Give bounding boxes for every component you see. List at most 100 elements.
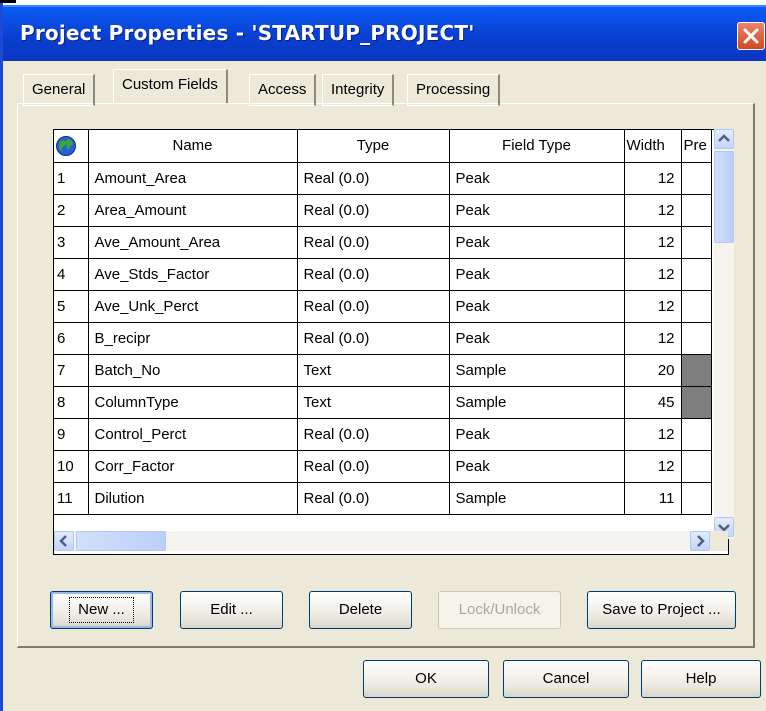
type-cell[interactable]: Real (0.0) xyxy=(297,162,450,195)
table-row[interactable]: 11 Dilution Real (0.0) Sample 11 xyxy=(54,482,712,515)
width-cell[interactable]: 20 xyxy=(624,354,682,387)
width-cell[interactable]: 12 xyxy=(624,258,682,291)
pre-cell[interactable] xyxy=(681,290,712,323)
vertical-scroll-thumb[interactable] xyxy=(714,151,734,243)
width-cell[interactable]: 12 xyxy=(624,194,682,227)
type-cell[interactable]: Text xyxy=(297,386,450,419)
tab-custom-fields[interactable]: Custom Fields xyxy=(113,69,228,103)
field-type-cell[interactable]: Peak xyxy=(449,450,625,483)
column-header-field-type[interactable]: Field Type xyxy=(449,130,625,163)
column-header-pre[interactable]: Pre xyxy=(681,130,712,163)
field-type-cell[interactable]: Peak xyxy=(449,258,625,291)
tab-access[interactable]: Access xyxy=(249,74,317,106)
tab-integrity[interactable]: Integrity xyxy=(322,74,395,106)
scroll-up-button[interactable] xyxy=(714,129,734,149)
name-cell[interactable]: Corr_Factor xyxy=(88,450,298,483)
name-cell[interactable]: Amount_Area xyxy=(88,162,298,195)
horizontal-scroll-thumb[interactable] xyxy=(76,531,166,551)
type-cell[interactable]: Real (0.0) xyxy=(297,290,450,323)
table-row[interactable]: 7 Batch_No Text Sample 20 xyxy=(54,354,712,387)
pre-cell[interactable] xyxy=(681,354,712,387)
pre-cell[interactable] xyxy=(681,482,712,515)
horizontal-scrollbar[interactable] xyxy=(54,531,710,551)
width-cell[interactable]: 12 xyxy=(624,162,682,195)
pre-cell[interactable] xyxy=(681,226,712,259)
column-header-type[interactable]: Type xyxy=(297,130,450,163)
scroll-left-button[interactable] xyxy=(54,531,74,551)
field-type-cell[interactable]: Peak xyxy=(449,162,625,195)
title-bar[interactable]: Project Properties - 'STARTUP_PROJECT' xyxy=(3,5,766,61)
pre-cell[interactable] xyxy=(681,162,712,195)
ok-button[interactable]: OK xyxy=(363,660,489,698)
scroll-right-button[interactable] xyxy=(690,531,710,551)
column-header-name[interactable]: Name xyxy=(88,130,298,163)
field-type-cell[interactable]: Peak xyxy=(449,418,625,451)
column-header-width[interactable]: Width xyxy=(624,130,682,163)
row-number-cell[interactable]: 6 xyxy=(54,322,89,355)
name-cell[interactable]: Batch_No xyxy=(88,354,298,387)
width-cell[interactable]: 12 xyxy=(624,418,682,451)
row-number-cell[interactable]: 8 xyxy=(54,386,89,419)
row-number-cell[interactable]: 7 xyxy=(54,354,89,387)
row-number-cell[interactable]: 2 xyxy=(54,194,89,227)
width-cell[interactable]: 12 xyxy=(624,226,682,259)
table-row[interactable]: 10 Corr_Factor Real (0.0) Peak 12 xyxy=(54,450,712,483)
table-row[interactable]: 5 Ave_Unk_Perct Real (0.0) Peak 12 xyxy=(54,290,712,323)
edit-button[interactable]: Edit ... xyxy=(180,591,283,629)
row-number-cell[interactable]: 1 xyxy=(54,162,89,195)
name-cell[interactable]: Area_Amount xyxy=(88,194,298,227)
name-cell[interactable]: Ave_Unk_Perct xyxy=(88,290,298,323)
name-cell[interactable]: Ave_Stds_Factor xyxy=(88,258,298,291)
row-number-cell[interactable]: 4 xyxy=(54,258,89,291)
name-cell[interactable]: Control_Perct xyxy=(88,418,298,451)
type-cell[interactable]: Real (0.0) xyxy=(297,194,450,227)
table-row[interactable]: 6 B_recipr Real (0.0) Peak 12 xyxy=(54,322,712,355)
width-cell[interactable]: 11 xyxy=(624,482,682,515)
type-cell[interactable]: Real (0.0) xyxy=(297,418,450,451)
field-type-cell[interactable]: Peak xyxy=(449,194,625,227)
field-type-cell[interactable]: Peak xyxy=(449,322,625,355)
table-row[interactable]: 2 Area_Amount Real (0.0) Peak 12 xyxy=(54,194,712,227)
close-button[interactable] xyxy=(737,22,765,50)
field-type-cell[interactable]: Sample xyxy=(449,386,625,419)
table-row[interactable]: 9 Control_Perct Real (0.0) Peak 12 xyxy=(54,418,712,451)
save-to-project-button[interactable]: Save to Project ... xyxy=(587,591,736,629)
width-cell[interactable]: 12 xyxy=(624,322,682,355)
row-number-cell[interactable]: 11 xyxy=(54,482,89,515)
tab-general[interactable]: General xyxy=(23,74,96,106)
pre-cell[interactable] xyxy=(681,194,712,227)
pre-cell[interactable] xyxy=(681,386,712,419)
pre-cell[interactable] xyxy=(681,450,712,483)
width-cell[interactable]: 12 xyxy=(624,450,682,483)
row-number-cell[interactable]: 3 xyxy=(54,226,89,259)
help-button[interactable]: Help xyxy=(641,660,761,698)
table-row[interactable]: 4 Ave_Stds_Factor Real (0.0) Peak 12 xyxy=(54,258,712,291)
type-cell[interactable]: Real (0.0) xyxy=(297,226,450,259)
type-cell[interactable]: Text xyxy=(297,354,450,387)
name-cell[interactable]: Dilution xyxy=(88,482,298,515)
pre-cell[interactable] xyxy=(681,418,712,451)
row-number-cell[interactable]: 10 xyxy=(54,450,89,483)
custom-fields-grid[interactable]: Name Type Field Type Width Pre 1 Amount_A… xyxy=(53,129,729,555)
tab-processing[interactable]: Processing xyxy=(407,74,501,106)
type-cell[interactable]: Real (0.0) xyxy=(297,258,450,291)
field-type-cell[interactable]: Sample xyxy=(449,354,625,387)
delete-button[interactable]: Delete xyxy=(309,591,412,629)
table-row[interactable]: 1 Amount_Area Real (0.0) Peak 12 xyxy=(54,162,712,195)
pre-cell[interactable] xyxy=(681,258,712,291)
width-cell[interactable]: 12 xyxy=(624,290,682,323)
name-cell[interactable]: Ave_Amount_Area xyxy=(88,226,298,259)
field-type-cell[interactable]: Sample xyxy=(449,482,625,515)
type-cell[interactable]: Real (0.0) xyxy=(297,322,450,355)
name-cell[interactable]: ColumnType xyxy=(88,386,298,419)
field-type-cell[interactable]: Peak xyxy=(449,226,625,259)
cancel-button[interactable]: Cancel xyxy=(503,660,629,698)
pre-cell[interactable] xyxy=(681,322,712,355)
row-number-cell[interactable]: 9 xyxy=(54,418,89,451)
new-button[interactable]: New ... xyxy=(50,591,153,629)
table-row[interactable]: 8 ColumnType Text Sample 45 xyxy=(54,386,712,419)
lock-unlock-button[interactable]: Lock/Unlock xyxy=(438,591,561,629)
row-number-cell[interactable]: 5 xyxy=(54,290,89,323)
type-cell[interactable]: Real (0.0) xyxy=(297,482,450,515)
table-row[interactable]: 3 Ave_Amount_Area Real (0.0) Peak 12 xyxy=(54,226,712,259)
